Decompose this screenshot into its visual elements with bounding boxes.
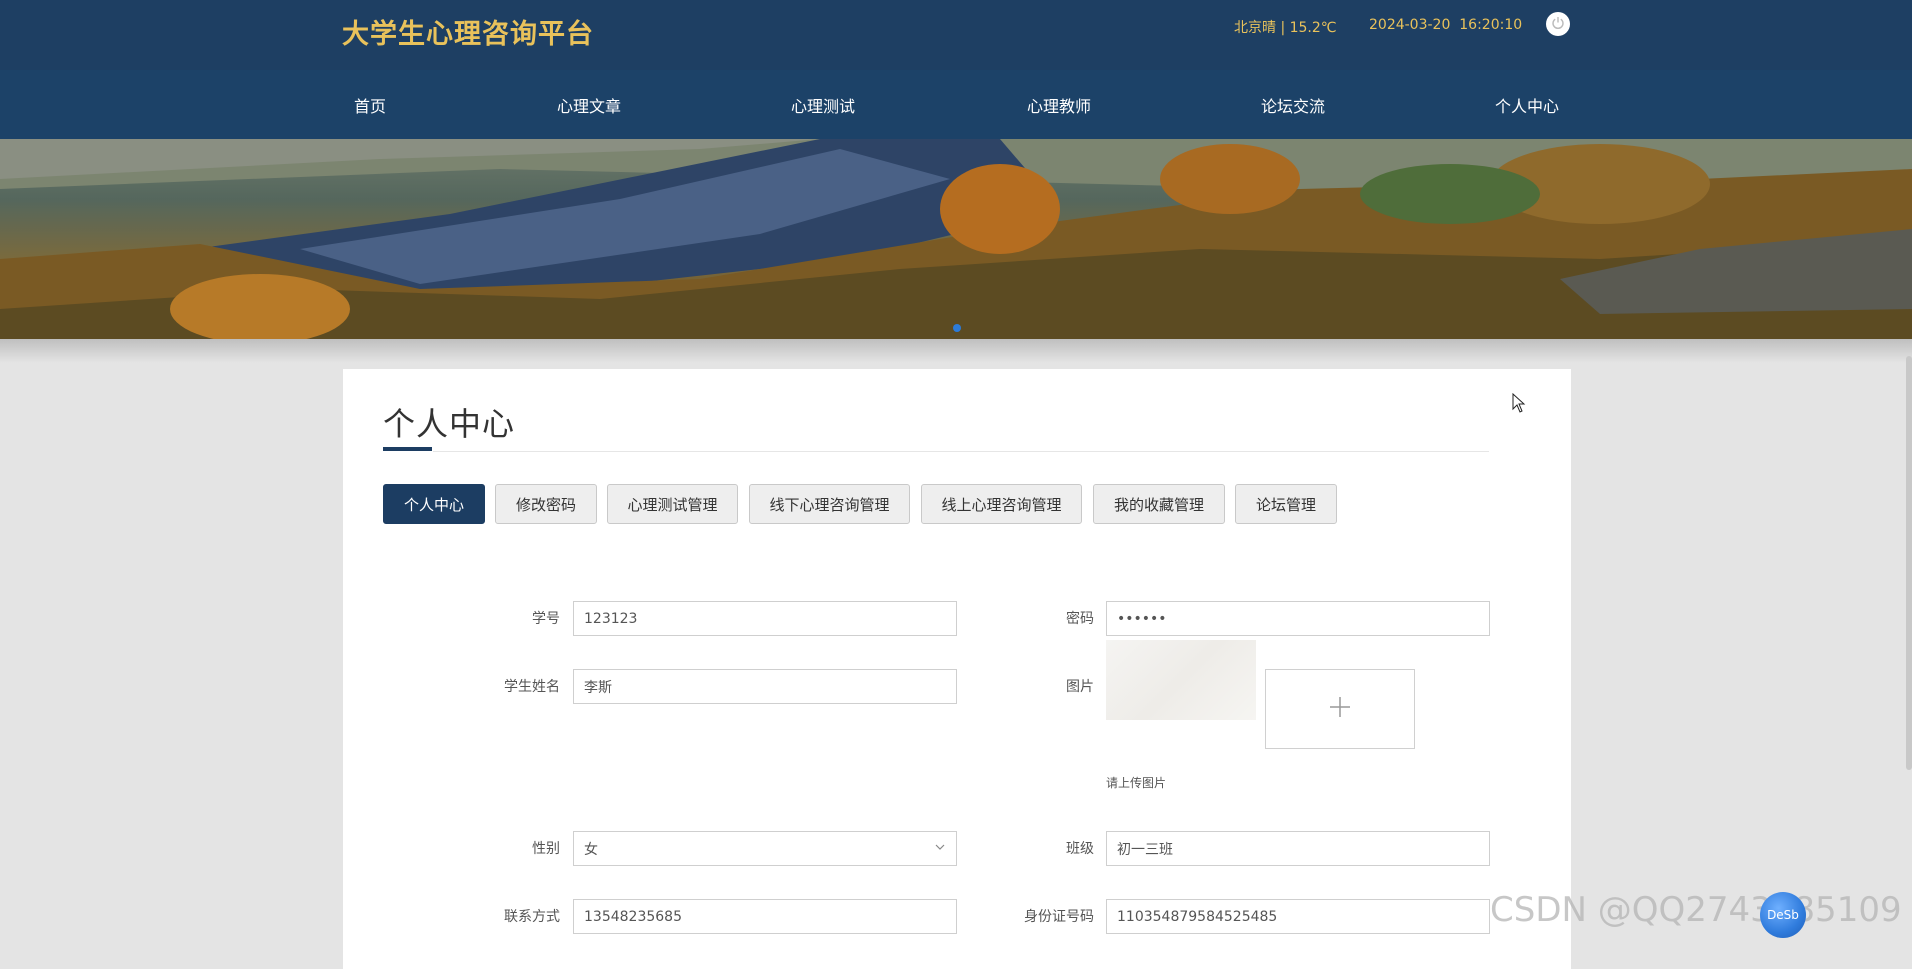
nav-articles[interactable]: 心理文章 (557, 93, 621, 117)
image-label: 图片 (1066, 679, 1094, 695)
nav-home[interactable]: 首页 (354, 93, 386, 117)
tab-change-password[interactable]: 修改密码 (495, 484, 597, 524)
class-field[interactable]: 初一三班 (1106, 831, 1490, 866)
nav-forum[interactable]: 论坛交流 (1261, 93, 1325, 117)
tab-forum-management[interactable]: 论坛管理 (1235, 484, 1337, 524)
id-card-label: 身份证号码 (1024, 909, 1094, 925)
phone-label: 联系方式 (504, 909, 560, 925)
upload-hint: 请上传图片 (1106, 776, 1167, 790)
class-value: 初一三班 (1117, 841, 1173, 858)
top-header: 大学生心理咨询平台 北京晴 | 15.2℃ 2024-03-20 16:20:1… (0, 0, 1912, 70)
csdn-watermark: CSDN @QQ2743785109 (1490, 890, 1902, 930)
plus-icon (1329, 696, 1351, 722)
banner-shadow (0, 339, 1912, 363)
power-icon (1551, 15, 1565, 34)
floating-assistant-button[interactable]: DeSb (1760, 892, 1806, 938)
student-id-field[interactable]: 123123 (573, 601, 957, 636)
mouse-cursor-icon (1512, 392, 1526, 417)
title-divider (433, 451, 1489, 452)
name-label: 学生姓名 (504, 679, 560, 695)
student-id-label: 学号 (532, 611, 560, 627)
tab-offline-consult[interactable]: 线下心理咨询管理 (749, 484, 910, 524)
page-title: 个人中心 (383, 405, 516, 443)
banner-image (0, 139, 1912, 339)
avatar-preview (1106, 640, 1256, 720)
gender-label: 性别 (532, 841, 560, 857)
phone-field[interactable]: 13548235685 (573, 899, 957, 934)
main-nav: 首页 心理文章 心理测试 心理教师 论坛交流 个人中心 (0, 70, 1912, 139)
password-value: •••••• (1117, 610, 1167, 627)
name-field[interactable]: 李斯 (573, 669, 957, 704)
chevron-down-icon (934, 841, 946, 857)
password-label: 密码 (1066, 611, 1094, 627)
tab-test-management[interactable]: 心理测试管理 (607, 484, 738, 524)
site-title: 大学生心理咨询平台 (342, 19, 594, 50)
carousel-indicator[interactable] (953, 324, 961, 332)
name-value: 李斯 (584, 679, 612, 696)
tab-favorites[interactable]: 我的收藏管理 (1093, 484, 1225, 524)
logout-button[interactable] (1546, 12, 1570, 36)
gender-select[interactable]: 女 (573, 831, 957, 866)
personal-center-card: 个人中心 个人中心 修改密码 心理测试管理 线下心理咨询管理 线上心理咨询管理 … (343, 369, 1571, 969)
title-accent-bar (383, 447, 432, 451)
id-card-field[interactable]: 110354879584525485 (1106, 899, 1490, 934)
gender-value: 女 (584, 841, 598, 858)
tab-personal-center[interactable]: 个人中心 (383, 484, 485, 524)
banner-landscape (0, 139, 1912, 339)
image-upload-button[interactable] (1265, 669, 1415, 749)
student-id-value: 123123 (584, 610, 638, 627)
id-card-value: 110354879584525485 (1117, 908, 1278, 925)
current-datetime: 2024-03-20 16:20:10 (1369, 17, 1523, 33)
page-scrollbar[interactable] (1906, 356, 1912, 770)
nav-teachers[interactable]: 心理教师 (1027, 93, 1091, 117)
phone-value: 13548235685 (584, 908, 682, 925)
nav-personal-center[interactable]: 个人中心 (1495, 93, 1559, 117)
tab-online-consult[interactable]: 线上心理咨询管理 (921, 484, 1082, 524)
weather-info: 北京晴 | 15.2℃ (1234, 20, 1337, 36)
password-field[interactable]: •••••• (1106, 601, 1490, 636)
nav-tests[interactable]: 心理测试 (791, 93, 855, 117)
class-label: 班级 (1066, 841, 1094, 857)
